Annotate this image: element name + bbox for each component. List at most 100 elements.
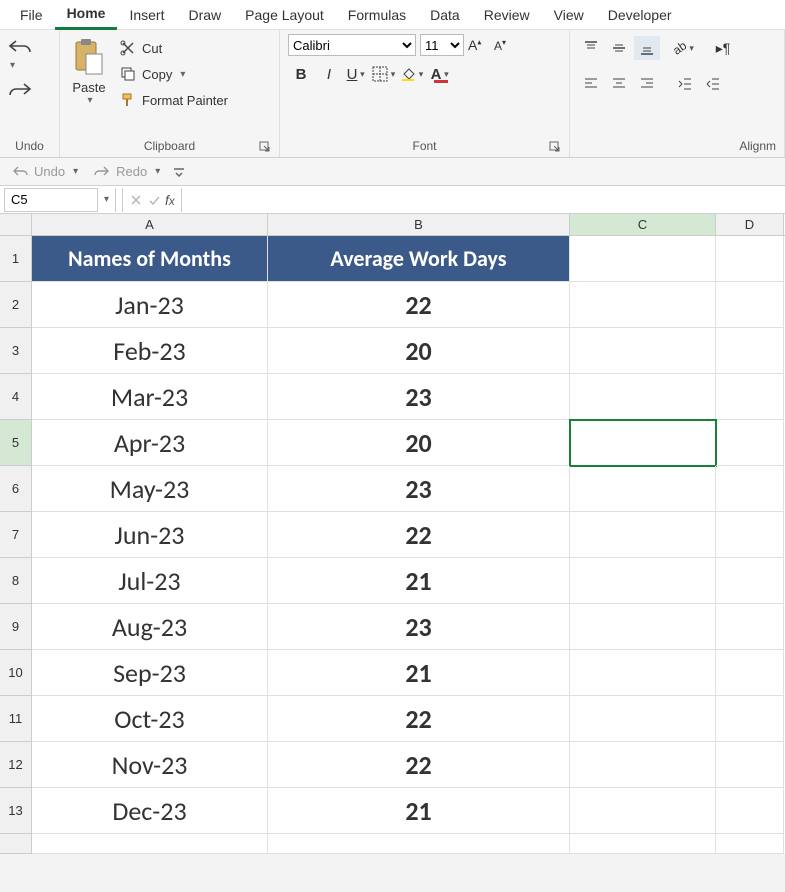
menu-tab-file[interactable]: File [8, 0, 55, 30]
menu-tab-review[interactable]: Review [472, 0, 542, 30]
cell-C13[interactable] [570, 788, 716, 834]
copy-button[interactable]: Copy ▾ [116, 64, 232, 84]
name-box[interactable] [4, 188, 98, 212]
cell-C11[interactable] [570, 696, 716, 742]
cell-C9[interactable] [570, 604, 716, 650]
cell-A4[interactable]: Mar-23 [32, 374, 268, 420]
cell-C3[interactable] [570, 328, 716, 374]
underline-button[interactable]: U▾ [344, 62, 370, 86]
show-formatting-button[interactable]: ▸¶ [710, 36, 736, 60]
borders-button[interactable]: ▾ [372, 62, 398, 86]
paste-button[interactable]: Paste ▾ [68, 34, 110, 110]
menu-tab-home[interactable]: Home [55, 0, 118, 30]
cell-D6[interactable] [716, 466, 784, 512]
select-all-corner[interactable] [0, 214, 32, 235]
align-left-button[interactable] [578, 72, 604, 96]
cell-B7[interactable]: 22 [268, 512, 570, 558]
cell-B4[interactable]: 23 [268, 374, 570, 420]
bold-button[interactable]: B [288, 62, 314, 86]
cell-C8[interactable] [570, 558, 716, 604]
cell-D14[interactable] [716, 834, 784, 854]
cell-C14[interactable] [570, 834, 716, 854]
cell-B14[interactable] [268, 834, 570, 854]
row-header-11[interactable]: 11 [0, 696, 32, 742]
menu-tab-page-layout[interactable]: Page Layout [233, 0, 336, 30]
font-launcher-icon[interactable] [549, 141, 561, 153]
formula-input[interactable] [182, 188, 785, 212]
row-header-10[interactable]: 10 [0, 650, 32, 696]
menu-tab-data[interactable]: Data [418, 0, 472, 30]
decrease-indent-button[interactable] [672, 72, 698, 96]
cell-D8[interactable] [716, 558, 784, 604]
cell-C1[interactable] [570, 236, 716, 282]
cell-D11[interactable] [716, 696, 784, 742]
clipboard-launcher-icon[interactable] [259, 141, 271, 153]
row-header-6[interactable]: 6 [0, 466, 32, 512]
cancel-icon[interactable] [129, 193, 143, 207]
cell-B3[interactable]: 20 [268, 328, 570, 374]
cell-D4[interactable] [716, 374, 784, 420]
increase-indent-button[interactable] [700, 72, 726, 96]
column-header-C[interactable]: C [570, 214, 716, 235]
orientation-button[interactable]: ab▾ [672, 36, 698, 60]
row-header-13[interactable]: 13 [0, 788, 32, 834]
qat-customize-button[interactable] [172, 165, 186, 179]
row-header-14[interactable] [0, 834, 32, 854]
cell-A6[interactable]: May-23 [32, 466, 268, 512]
cell-A7[interactable]: Jun-23 [32, 512, 268, 558]
cell-D12[interactable] [716, 742, 784, 788]
cell-B9[interactable]: 23 [268, 604, 570, 650]
row-header-8[interactable]: 8 [0, 558, 32, 604]
cell-B10[interactable]: 21 [268, 650, 570, 696]
menu-tab-formulas[interactable]: Formulas [336, 0, 418, 30]
column-header-D[interactable]: D [716, 214, 784, 235]
cell-B8[interactable]: 21 [268, 558, 570, 604]
cell-A10[interactable]: Sep-23 [32, 650, 268, 696]
cell-B12[interactable]: 22 [268, 742, 570, 788]
font-color-button[interactable]: A ▾ [428, 62, 454, 86]
cell-B11[interactable]: 22 [268, 696, 570, 742]
cell-A9[interactable]: Aug-23 [32, 604, 268, 650]
cell-D10[interactable] [716, 650, 784, 696]
cell-B1[interactable]: Average Work Days [268, 236, 570, 282]
font-size-select[interactable]: 11 [420, 34, 464, 56]
row-header-1[interactable]: 1 [0, 236, 32, 282]
row-header-9[interactable]: 9 [0, 604, 32, 650]
qat-undo-button[interactable]: Undo▾ [8, 162, 82, 181]
fx-icon[interactable]: fx [165, 192, 175, 208]
align-center-button[interactable] [606, 72, 632, 96]
row-header-3[interactable]: 3 [0, 328, 32, 374]
increase-font-button[interactable]: A▴ [468, 37, 490, 53]
cell-C7[interactable] [570, 512, 716, 558]
cell-D5[interactable] [716, 420, 784, 466]
row-header-5[interactable]: 5 [0, 420, 32, 466]
cell-A2[interactable]: Jan-23 [32, 282, 268, 328]
cell-C4[interactable] [570, 374, 716, 420]
column-header-A[interactable]: A [32, 214, 268, 235]
cell-D1[interactable] [716, 236, 784, 282]
cell-A11[interactable]: Oct-23 [32, 696, 268, 742]
row-header-12[interactable]: 12 [0, 742, 32, 788]
align-middle-button[interactable] [606, 36, 632, 60]
cell-A8[interactable]: Jul-23 [32, 558, 268, 604]
cell-D13[interactable] [716, 788, 784, 834]
cell-C10[interactable] [570, 650, 716, 696]
align-top-button[interactable] [578, 36, 604, 60]
font-name-select[interactable]: Calibri [288, 34, 416, 56]
cell-C5[interactable] [570, 420, 716, 466]
align-right-button[interactable] [634, 72, 660, 96]
cell-A14[interactable] [32, 834, 268, 854]
cell-D2[interactable] [716, 282, 784, 328]
align-bottom-button[interactable] [634, 36, 660, 60]
cell-D9[interactable] [716, 604, 784, 650]
undo-button[interactable]: ▾ [8, 38, 40, 71]
cell-C6[interactable] [570, 466, 716, 512]
cut-button[interactable]: Cut [116, 38, 232, 58]
row-header-7[interactable]: 7 [0, 512, 32, 558]
cell-A12[interactable]: Nov-23 [32, 742, 268, 788]
cell-D7[interactable] [716, 512, 784, 558]
format-painter-button[interactable]: Format Painter [116, 90, 232, 110]
row-header-4[interactable]: 4 [0, 374, 32, 420]
fill-color-button[interactable]: ▾ [400, 62, 426, 86]
qat-redo-button[interactable]: Redo▾ [90, 162, 164, 181]
